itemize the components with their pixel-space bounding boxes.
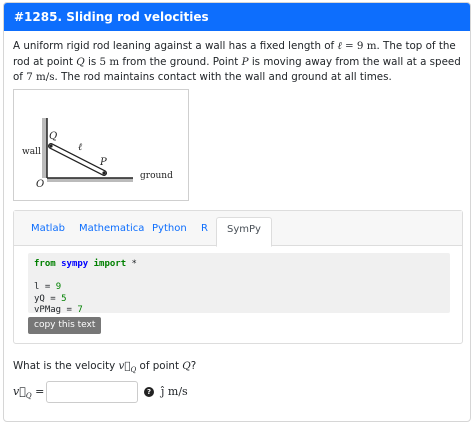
velocity-answer-input[interactable] (46, 381, 138, 403)
point-p-dot (102, 171, 106, 175)
problem-statement: A uniform rigid rod leaning against a wa… (13, 40, 461, 83)
answer-label: v⃗Q = (13, 385, 45, 401)
code-block: from sympy import * l = 9 yQ = 5 vPMag =… (28, 253, 450, 315)
wall-label: wall (22, 147, 41, 157)
code-line-import: from sympy import * (34, 259, 137, 269)
code-panel: Matlab Mathematica Python R SymPy from s… (13, 210, 463, 344)
answer-row: v⃗Q = ? ĵ m/s (13, 381, 453, 403)
answer-unit: ĵ m/s (161, 385, 188, 398)
tab-sympy[interactable]: SymPy (216, 217, 272, 247)
code-line-vpmag: vPMag = 7 (34, 305, 83, 315)
ell-label: ℓ (78, 142, 82, 153)
help-icon[interactable]: ? (144, 387, 154, 397)
question-text: What is the velocity v⃗Q of point Q? (13, 360, 197, 375)
q-label: Q (49, 131, 57, 142)
copy-code-button[interactable]: copy this text (28, 317, 102, 334)
code-line-yq: yQ = 5 (34, 293, 67, 304)
tab-python[interactable]: Python (152, 223, 187, 234)
language-tabs: Matlab Mathematica Python R SymPy (14, 211, 462, 247)
tab-matlab[interactable]: Matlab (31, 223, 65, 234)
origin-label: O (36, 179, 44, 190)
ground-label: ground (140, 171, 173, 181)
rod-diagram-svg: wall ground O Q P ℓ (22, 118, 173, 190)
point-q-dot (49, 144, 53, 148)
code-line-l: l = 9 (34, 282, 62, 292)
problem-title: #1285. Sliding rod velocities (4, 3, 470, 31)
tab-mathematica[interactable]: Mathematica (79, 223, 144, 234)
rod-diagram: wall ground O Q P ℓ (13, 89, 189, 201)
p-label: P (99, 157, 107, 168)
tab-r[interactable]: R (201, 223, 208, 234)
